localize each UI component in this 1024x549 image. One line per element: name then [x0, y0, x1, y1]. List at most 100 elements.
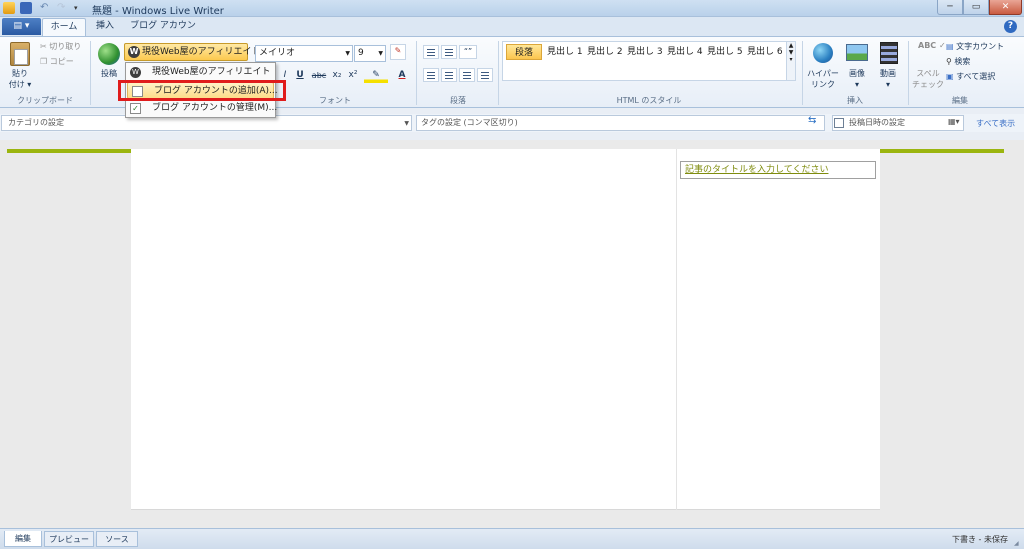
chevron-down-icon: ▼ — [404, 120, 409, 127]
word-count-button[interactable]: ▤ 文字カウント — [946, 41, 1004, 52]
cut-button[interactable]: ✂ 切り取り — [40, 41, 81, 52]
app-icon — [3, 2, 15, 14]
tab-blog-account[interactable]: ブログ アカウント — [130, 18, 196, 48]
ribbon-tab-row: ▤ ▾ ホーム 挿入 ブログ アカウント ? — [0, 17, 1024, 48]
clipboard-group-label: クリップボード — [17, 96, 73, 105]
style-heading-6[interactable]: 見出し 6 — [747, 44, 783, 60]
style-heading-4[interactable]: 見出し 4 — [667, 44, 703, 60]
close-button[interactable]: ✕ — [989, 0, 1022, 15]
html-style-group-label: HTML のスタイル — [616, 96, 682, 105]
chevron-down-icon: ▼ — [378, 50, 383, 57]
group-separator — [498, 41, 499, 105]
calendar-icon[interactable]: ▦▾ — [948, 117, 960, 126]
bullet-list-icon[interactable] — [423, 45, 439, 59]
title-bar: ↶ ↷ ▾ 無題 - Windows Live Writer ─ ▭ ✕ — [0, 0, 1024, 17]
annotation-highlight-box — [118, 80, 286, 101]
paragraph-group-label: 段落 — [450, 96, 466, 105]
menu-item-current-blog[interactable]: W 現役Web屋のアフィリエイト — [126, 64, 275, 81]
editing-group-label: 編集 — [952, 96, 968, 105]
copy-icon: ❐ — [40, 57, 48, 66]
style-paragraph[interactable]: 段落 — [506, 44, 542, 60]
save-icon[interactable] — [20, 2, 32, 14]
gallery-scroll-arrows[interactable]: ▲ ▼ ▾ — [786, 42, 795, 80]
underline-button[interactable]: U — [292, 68, 308, 83]
category-placeholder: カテゴリの設定 — [8, 118, 64, 127]
redo-icon[interactable]: ↷ — [57, 2, 65, 14]
font-size-select[interactable]: 9 ▼ — [354, 45, 386, 62]
help-icon[interactable]: ? — [1004, 20, 1017, 33]
maximize-button[interactable]: ▭ — [963, 0, 989, 15]
paste-button[interactable]: 貼り 付け ▾ — [6, 68, 34, 90]
publish-globe-icon[interactable] — [98, 43, 120, 65]
scissors-icon: ✂ — [40, 42, 47, 51]
word-count-label: 文字カウント — [956, 42, 1005, 51]
post-date-label: 投稿日時の設定 — [849, 118, 905, 127]
post-date-field[interactable]: 投稿日時の設定 — [832, 115, 964, 131]
insert-group-label: 挿入 — [847, 96, 863, 105]
blog-selector-button[interactable]: W 現役Web屋のアフィリエイト ▾ — [124, 43, 268, 61]
select-all-button[interactable]: ▣ すべて選択 — [946, 71, 995, 82]
highlight-color-button[interactable]: ✎ — [364, 68, 388, 83]
post-title-input[interactable]: 記事のタイトルを入力してください — [680, 161, 876, 179]
resize-grip-icon[interactable]: ◢ — [1014, 540, 1019, 547]
tab-home[interactable]: ホーム — [42, 18, 86, 36]
hyperlink-button[interactable]: ハイパー リンク — [806, 68, 840, 90]
post-date-checkbox[interactable] — [834, 118, 844, 128]
app-menu-button[interactable]: ▤ ▾ — [2, 18, 41, 35]
clipboard-icon[interactable] — [10, 42, 30, 66]
align-center-icon[interactable] — [441, 68, 457, 82]
subscript-button[interactable]: x₂ — [329, 68, 345, 83]
publish-button[interactable]: 投稿 — [96, 68, 122, 79]
spell-check-button[interactable]: スペル チェック — [912, 68, 944, 90]
superscript-button[interactable]: x² — [345, 68, 361, 83]
menu-item-manage-blog-accounts[interactable]: ✓ ブログ アカウントの管理(M)... — [126, 100, 277, 117]
minimize-button[interactable]: ─ — [937, 0, 963, 15]
tags-input[interactable]: タグの設定 (コンマ区切り) — [416, 115, 825, 131]
status-bar: 編集 プレビュー ソース 下書き - 未保存 ◢ — [0, 528, 1024, 549]
style-heading-3[interactable]: 見出し 3 — [627, 44, 663, 60]
style-heading-2[interactable]: 見出し 2 — [587, 44, 623, 60]
strikethrough-button[interactable]: abc — [309, 68, 329, 83]
font-family-value: メイリオ — [259, 48, 296, 58]
customize-quick-access-icon[interactable]: ▾ — [74, 2, 78, 14]
html-style-gallery: 段落 見出し 1 見出し 2 見出し 3 見出し 4 見出し 5 見出し 6 ▲… — [502, 41, 796, 81]
style-heading-1[interactable]: 見出し 1 — [547, 44, 583, 60]
theme-accent-line — [880, 149, 1004, 153]
group-separator — [416, 41, 417, 105]
wordpress-icon: W — [130, 67, 141, 78]
picture-icon[interactable] — [846, 44, 868, 61]
align-left-icon[interactable] — [423, 68, 439, 82]
cut-label: 切り取り — [49, 42, 82, 51]
wordpress-icon: W — [128, 46, 140, 58]
numbered-list-icon[interactable] — [441, 45, 457, 59]
tab-insert[interactable]: 挿入 — [90, 18, 120, 36]
undo-icon[interactable]: ↶ — [40, 2, 48, 14]
group-separator — [90, 41, 91, 105]
word-count-icon: ▤ — [946, 42, 954, 51]
clear-format-icon[interactable]: ✎ — [390, 44, 406, 60]
show-all-link[interactable]: すべて表示 — [976, 118, 1015, 129]
picture-button[interactable]: 画像 ▾ — [842, 68, 872, 90]
menu-item-label: 現役Web屋のアフィリエイト — [152, 67, 271, 77]
style-heading-5[interactable]: 見出し 5 — [707, 44, 743, 60]
find-button[interactable]: ⚲ 検索 — [946, 56, 970, 67]
font-color-button[interactable]: A — [392, 68, 412, 83]
manage-accounts-icon: ✓ — [130, 103, 141, 114]
video-icon[interactable] — [880, 42, 898, 64]
binoculars-icon: ⚲ — [946, 57, 952, 66]
copy-button[interactable]: ❐ コピー — [40, 56, 74, 67]
chevron-down-icon: ▼ — [345, 50, 350, 57]
font-family-select[interactable]: メイリオ ▼ — [255, 45, 353, 62]
justify-icon[interactable] — [477, 68, 493, 82]
quote-icon[interactable]: “” — [459, 45, 477, 59]
video-button[interactable]: 動画 ▾ — [874, 68, 902, 90]
editor-page[interactable] — [131, 149, 880, 510]
tab-preview-view[interactable]: プレビュー — [44, 531, 94, 547]
refresh-icon[interactable]: ⇆ — [808, 115, 816, 126]
window-title: 無題 - Windows Live Writer — [92, 6, 224, 17]
sidebar-divider — [676, 149, 677, 510]
tab-edit-view[interactable]: 編集 — [4, 531, 42, 547]
hyperlink-icon[interactable] — [813, 43, 833, 63]
tab-source-view[interactable]: ソース — [96, 531, 138, 547]
align-right-icon[interactable] — [459, 68, 475, 82]
